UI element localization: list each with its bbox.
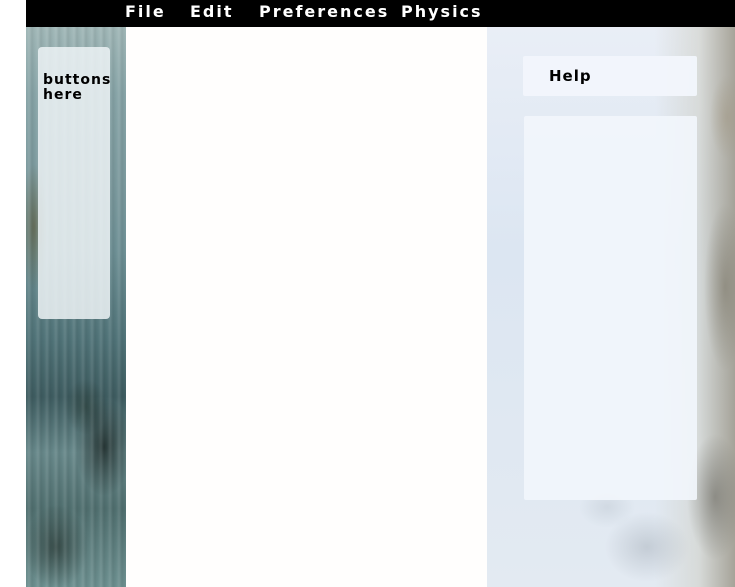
menu-edit[interactable]: Edit	[190, 2, 234, 22]
button-panel: buttons here	[38, 47, 110, 319]
menu-physics[interactable]: Physics	[401, 2, 483, 22]
main-canvas[interactable]	[126, 27, 487, 587]
menu-file[interactable]: File	[125, 2, 166, 22]
menu-bar: File Edit Preferences Physics	[26, 0, 735, 27]
help-header[interactable]: Help	[523, 56, 697, 96]
menu-preferences[interactable]: Preferences	[259, 2, 389, 22]
help-title: Help	[549, 67, 592, 85]
help-content-panel	[524, 116, 697, 500]
app-window: File Edit Preferences Physics buttons he…	[0, 0, 735, 587]
left-sidebar: buttons here	[26, 27, 126, 587]
button-panel-placeholder: buttons here	[43, 72, 112, 103]
right-sidebar: Help	[487, 27, 735, 587]
